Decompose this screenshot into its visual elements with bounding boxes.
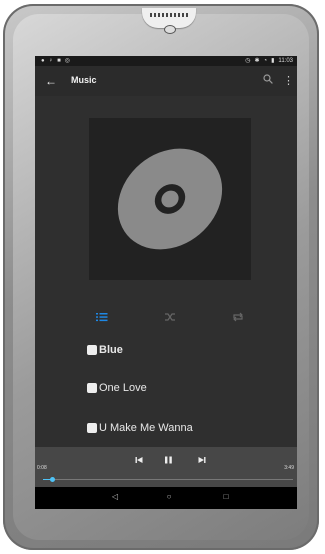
front-camera xyxy=(164,25,176,34)
shuffle-icon[interactable] xyxy=(163,310,177,324)
song-title: One Love xyxy=(99,382,147,394)
system-navigation-bar: ◁ ○ □ xyxy=(35,487,297,509)
status-left-icons: ● ♀ ■ ◎ xyxy=(41,57,70,65)
battery-icon: ▮ xyxy=(271,58,275,64)
album-art xyxy=(89,118,251,280)
music-note-icon xyxy=(87,345,97,355)
cd-icon xyxy=(117,148,223,250)
more-vert-icon[interactable]: ⋮ xyxy=(283,73,294,89)
song-item[interactable]: One Love xyxy=(87,380,147,396)
pause-icon[interactable] xyxy=(164,456,173,467)
song-item[interactable]: U Make Me Wanna xyxy=(87,420,193,436)
app-screen: ● ♀ ■ ◎ ◷ ✱ ◔ ▮ 11:03 ← Music ⋮ Blue One… xyxy=(35,56,297,509)
playback-mode-row xyxy=(35,310,297,326)
song-title: U Make Me Wanna xyxy=(99,422,193,434)
home-icon[interactable]: ○ xyxy=(163,491,175,503)
app-toolbar: ← Music ⋮ xyxy=(35,66,297,96)
playlist-icon[interactable] xyxy=(95,310,109,324)
next-icon[interactable] xyxy=(198,456,206,467)
location-icon: ♀ xyxy=(48,58,54,64)
notification-dot-icon: ● xyxy=(41,58,45,64)
music-note-icon xyxy=(87,383,97,393)
search-icon[interactable] xyxy=(263,73,277,89)
song-title: Blue xyxy=(99,344,123,356)
previous-icon[interactable] xyxy=(135,456,143,467)
clock-text: 11:03 xyxy=(278,58,293,64)
speaker-holes xyxy=(150,13,188,17)
sync-icon: ◎ xyxy=(64,58,70,64)
image-icon: ■ xyxy=(57,58,61,64)
status-right-icons: ◷ ✱ ◔ ▮ 11:03 xyxy=(245,57,293,65)
bluetooth-icon: ✱ xyxy=(254,58,260,64)
elapsed-time: 0:08 xyxy=(37,465,47,471)
arrow-left-icon[interactable]: ← xyxy=(43,73,59,89)
seek-thumb[interactable] xyxy=(49,477,55,482)
music-note-icon xyxy=(87,423,97,433)
wifi-icon: ◔ xyxy=(263,58,268,64)
repeat-icon[interactable] xyxy=(231,310,245,324)
page-title: Music xyxy=(71,75,97,85)
song-item[interactable]: Blue xyxy=(87,342,123,358)
now-playing-bar: 0:08 3:49 xyxy=(35,447,297,487)
status-bar: ● ♀ ■ ◎ ◷ ✱ ◔ ▮ 11:03 xyxy=(35,56,297,66)
recents-icon[interactable]: □ xyxy=(220,491,232,503)
seek-bar[interactable] xyxy=(43,477,293,482)
total-duration: 3:49 xyxy=(284,465,294,471)
alarm-icon: ◷ xyxy=(245,58,251,64)
back-icon[interactable]: ◁ xyxy=(109,491,121,503)
